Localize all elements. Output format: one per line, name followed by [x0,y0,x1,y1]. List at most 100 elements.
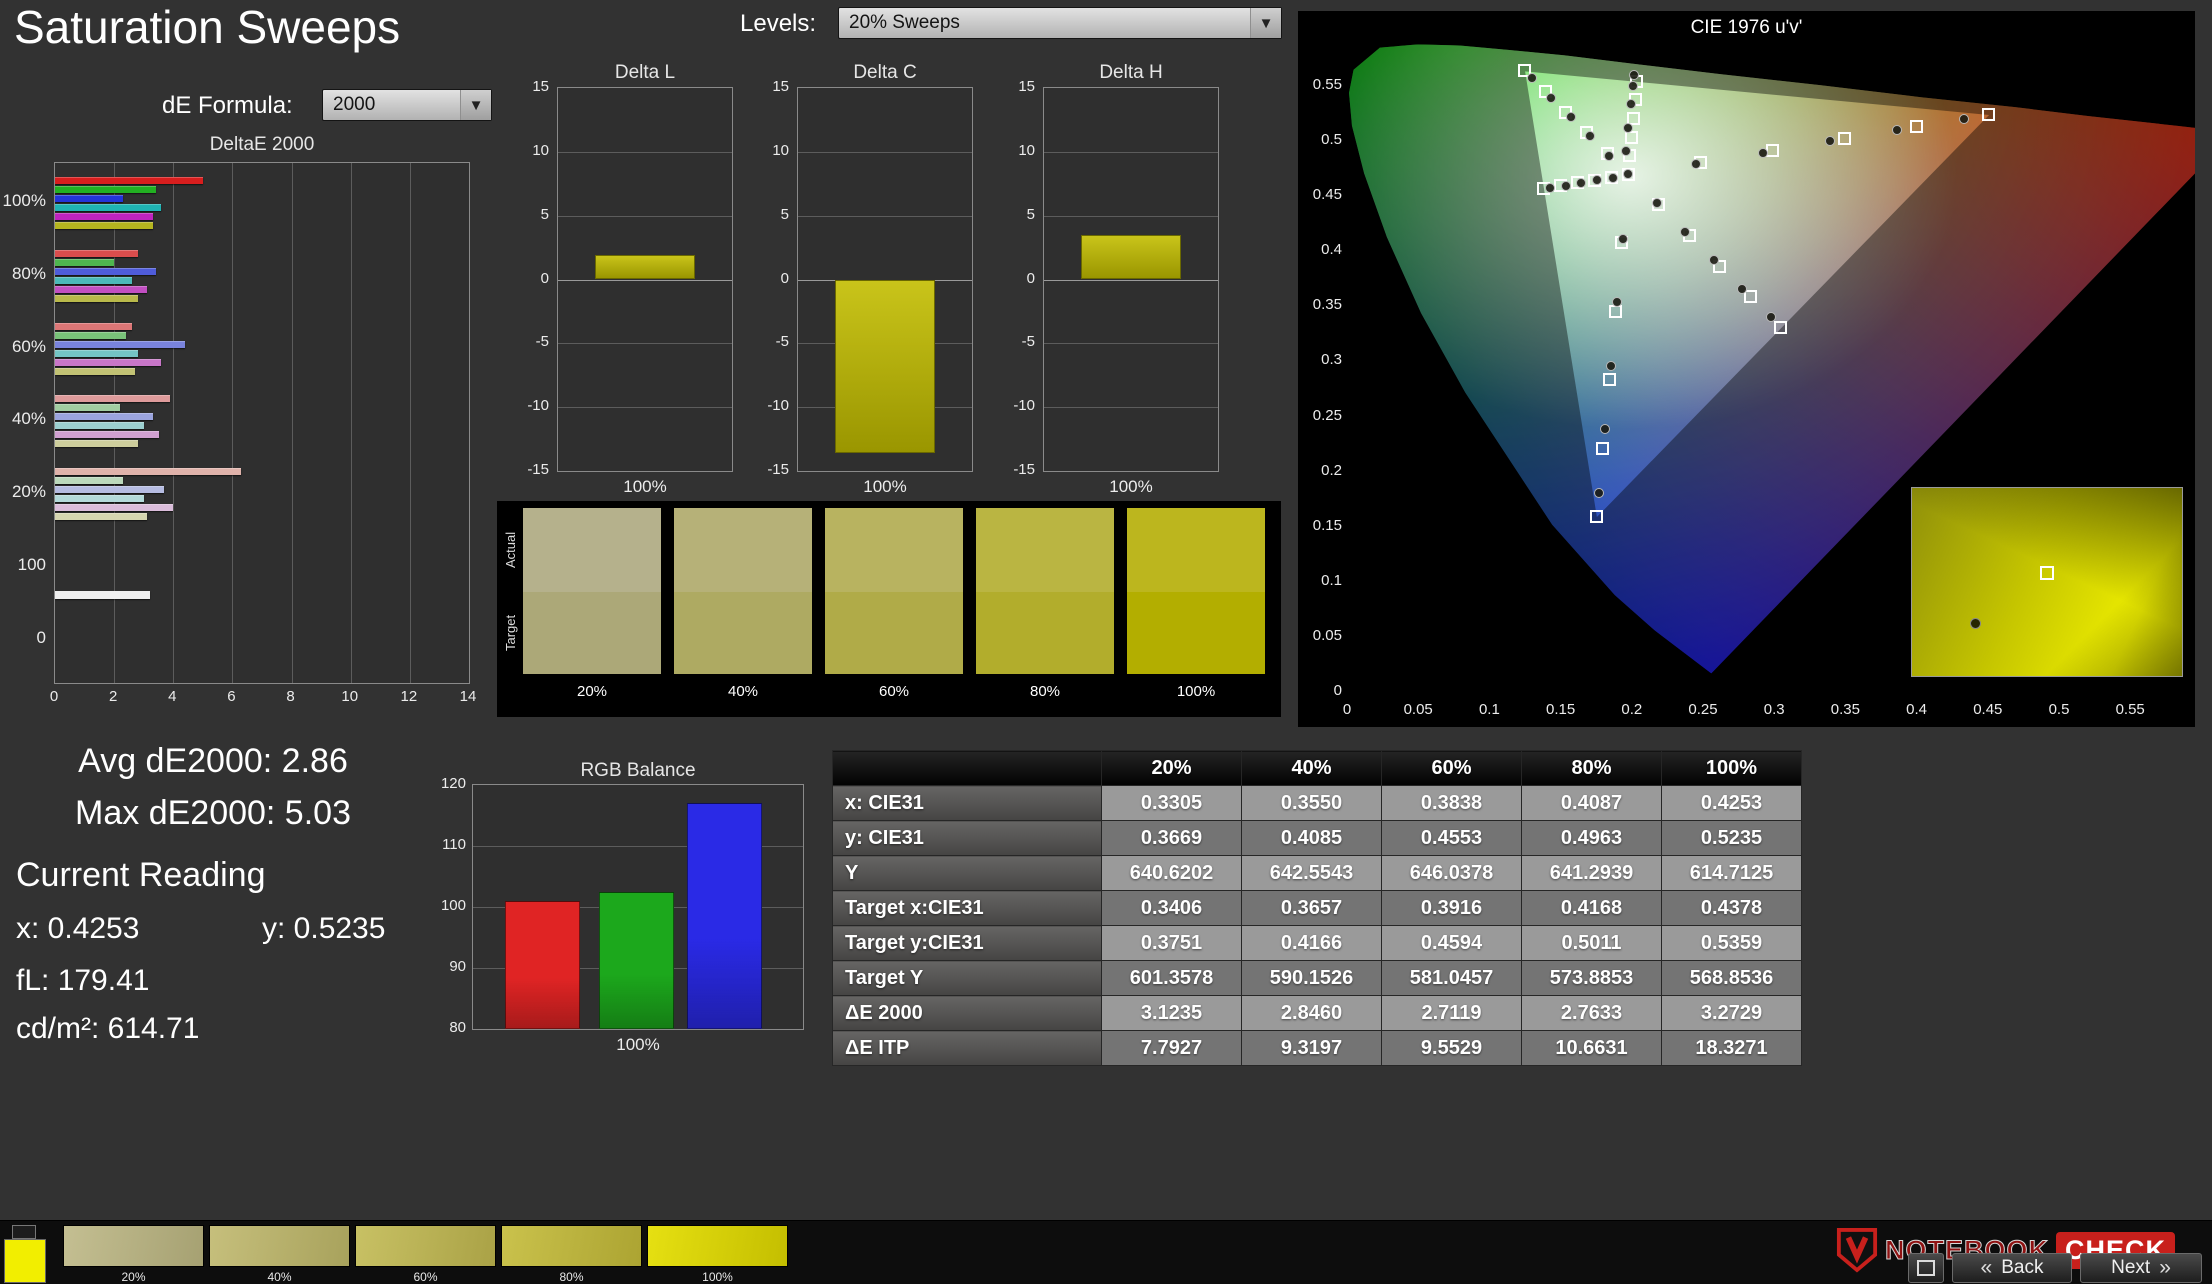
table-row: x: CIE310.33050.35500.38380.40870.4253 [833,786,1802,821]
deltae-plot [54,162,470,684]
table-cell: 0.5235 [1662,821,1802,856]
table-cell: 0.3305 [1102,786,1242,821]
table-cell: 0.3669 [1102,821,1242,856]
rgb-bar-green [599,892,674,1029]
deltae-bar [55,591,150,599]
footer-thumbnail[interactable] [355,1225,496,1267]
next-button[interactable]: Next » [2080,1253,2202,1283]
back-button[interactable]: « Back [1952,1253,2072,1283]
table-row: Target x:CIE310.34060.36570.39160.41680.… [833,891,1802,926]
swatch-label: 80% [976,683,1114,700]
axis-tick-label: 0 [1300,682,1342,700]
axis-tick-label: 0.45 [1300,186,1342,204]
swatch-target [674,592,812,674]
delta-bar [835,280,935,454]
table-cell: 9.3197 [1242,1031,1382,1066]
axis-tick-label: 80% [0,265,46,283]
deltae-bar [55,395,170,402]
table-row-label: Target Y [833,961,1102,996]
axis-tick-label: 120 [424,775,466,793]
footer-thumbnail[interactable] [209,1225,350,1267]
chart-title: Delta C [797,62,973,84]
axis-tick-label: 80 [424,1019,466,1037]
table-cell: 0.3916 [1382,891,1522,926]
axis-tick-label: 0 [1325,701,1369,719]
table-row-label: Target x:CIE31 [833,891,1102,926]
deltae-bar [55,513,147,520]
axis-tick-label: -5 [995,333,1035,351]
swatch-actual [674,508,812,592]
axis-tick-label: 6 [216,688,246,706]
footer-thumbnail-label: 40% [209,1270,350,1284]
app-window: Saturation Sweeps Levels: 20% Sweeps ▼ d… [0,0,2212,1284]
cie-measured-marker [1566,112,1576,122]
footer-thumbnail[interactable] [501,1225,642,1267]
table-cell: 0.5359 [1662,926,1802,961]
table-row: Target Y601.3578590.1526581.0457573.8853… [833,961,1802,996]
delta-plot [1043,87,1219,472]
footer-thumbnail-label: 80% [501,1270,642,1284]
axis-tick-label: -10 [995,397,1035,415]
deltae-bar [55,204,161,211]
pattern-window-icon [12,1225,36,1239]
swatch-row-label-actual: Actual [503,508,519,592]
axis-tick-label: 0.2 [1300,462,1342,480]
table-cell: 0.3838 [1382,786,1522,821]
swatch-actual [976,508,1114,592]
table-cell: 614.7125 [1662,856,1802,891]
gridline [558,152,732,153]
cie-measured-marker [1959,114,1969,124]
deltae-bar [55,295,138,302]
cie-target-marker [1766,144,1779,157]
deltae-bar [55,341,185,348]
axis-tick-label: 0.3 [1752,701,1796,719]
axis-tick-label: 0.45 [1966,701,2010,719]
gridline [558,407,732,408]
table-header-cell [833,751,1102,786]
footer-bar: 20%40%60%80%100% NOTEBOOK CHECK « Back N… [0,1220,2212,1284]
swatch-actual [1127,508,1265,592]
footer-thumbnail[interactable] [63,1225,204,1267]
active-patch[interactable] [4,1239,46,1283]
axis-tick-label: 40% [0,410,46,428]
axis-tick-label: 0.05 [1396,701,1440,719]
table-cell: 568.8536 [1662,961,1802,996]
table-cell: 0.3550 [1242,786,1382,821]
table-cell: 0.5011 [1522,926,1662,961]
axis-tick-label: 20% [0,483,46,501]
deltae-bar [55,250,138,257]
deltae-chart-title: DeltaE 2000 [54,134,470,156]
deltae-bar [55,413,153,420]
swatch-label: 100% [1127,683,1265,700]
gridline [1044,280,1218,281]
levels-dropdown[interactable]: 20% Sweeps ▼ [838,7,1282,39]
footer-thumbnail-label: 100% [647,1270,788,1284]
window-mode-button[interactable] [1908,1253,1944,1283]
axis-tick-label: 60% [0,338,46,356]
table-cell: 0.4963 [1522,821,1662,856]
axis-tick-label: 0.25 [1300,407,1342,425]
chevron-down-icon: ▼ [1250,8,1281,38]
table-cell: 0.3406 [1102,891,1242,926]
deltae-bar [55,504,173,511]
footer-thumbnail[interactable] [647,1225,788,1267]
axis-tick-label: 0.15 [1300,517,1342,535]
table-cell: 601.3578 [1102,961,1242,996]
axis-tick-label: 0 [509,270,549,288]
page-title: Saturation Sweeps [14,0,400,54]
cie-measured-marker [1737,284,1747,294]
current-reading-cdm2: cd/m²: 614.71 [16,1012,199,1046]
table-header-cell: 100% [1662,751,1802,786]
deltae-bar [55,177,203,184]
axis-tick-label: 15 [509,78,549,96]
cie-measured-marker [1691,159,1701,169]
de-formula-dropdown[interactable]: 2000 ▼ [322,89,492,121]
deltae-bar [55,213,153,220]
axis-tick-label: 0.5 [2037,701,2081,719]
table-cell: 646.0378 [1382,856,1522,891]
table-row-label: Y [833,856,1102,891]
gridline [232,163,233,683]
deltae-bar [55,359,161,366]
axis-tick-label: 0.1 [1300,572,1342,590]
cie-measured-marker [1618,234,1628,244]
